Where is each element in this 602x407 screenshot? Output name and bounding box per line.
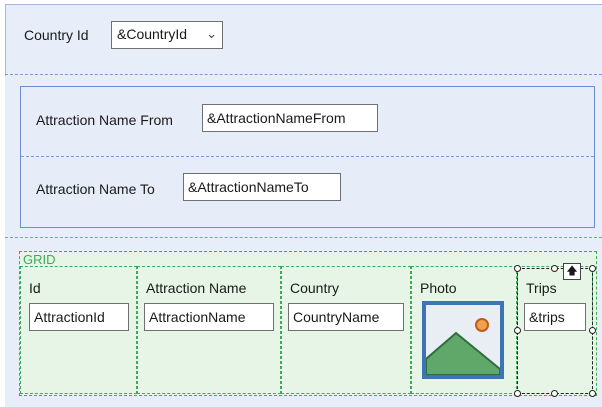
grid-title: GRID xyxy=(23,252,56,267)
grid-column-photo[interactable]: Photo xyxy=(411,266,517,394)
section-divider xyxy=(5,74,602,75)
grid-column-id[interactable]: Id AttractionId xyxy=(20,266,137,394)
section-divider xyxy=(5,237,602,238)
column-header: Attraction Name xyxy=(146,280,247,296)
attraction-from-row: Attraction Name From &AttractionNameFrom xyxy=(21,87,594,157)
country-section: Country Id &CountryId ⌄ xyxy=(5,4,602,76)
resize-handle[interactable] xyxy=(514,265,521,272)
resize-handle[interactable] xyxy=(589,390,596,397)
column-header: Photo xyxy=(420,280,457,296)
chevron-down-icon: ⌄ xyxy=(206,26,217,41)
column-header: Country xyxy=(290,280,340,296)
attraction-from-label: Attraction Name From xyxy=(36,112,173,128)
resize-handle[interactable] xyxy=(551,265,558,272)
grid-column-attraction-name[interactable]: Attraction Name AttractionName xyxy=(137,266,281,394)
move-up-arrow-icon[interactable]: 🡅 xyxy=(563,263,581,280)
resize-handle[interactable] xyxy=(514,327,521,334)
attraction-to-label: Attraction Name To xyxy=(36,181,155,197)
resize-handle[interactable] xyxy=(514,390,521,397)
grid-cell[interactable]: AttractionName xyxy=(144,303,274,331)
attraction-from-field[interactable]: &AttractionNameFrom xyxy=(202,104,378,132)
attraction-to-field[interactable]: &AttractionNameTo xyxy=(183,173,341,201)
country-id-dropdown[interactable]: &CountryId ⌄ xyxy=(111,21,223,49)
attraction-group: Attraction Name From &AttractionNameFrom… xyxy=(20,86,595,228)
selection-box xyxy=(517,268,593,394)
grid-cell[interactable]: CountryName xyxy=(288,303,404,331)
resize-handle[interactable] xyxy=(589,327,596,334)
photo-placeholder-icon[interactable] xyxy=(422,301,504,379)
resize-handle[interactable] xyxy=(589,265,596,272)
column-header: Id xyxy=(29,280,41,296)
attraction-to-row: Attraction Name To &AttractionNameTo xyxy=(21,158,594,228)
resize-handle[interactable] xyxy=(551,390,558,397)
country-id-value: &CountryId xyxy=(117,26,188,42)
grid-cell[interactable]: AttractionId xyxy=(29,303,129,331)
country-id-label: Country Id xyxy=(24,27,89,43)
grid-column-country[interactable]: Country CountryName xyxy=(281,266,411,394)
